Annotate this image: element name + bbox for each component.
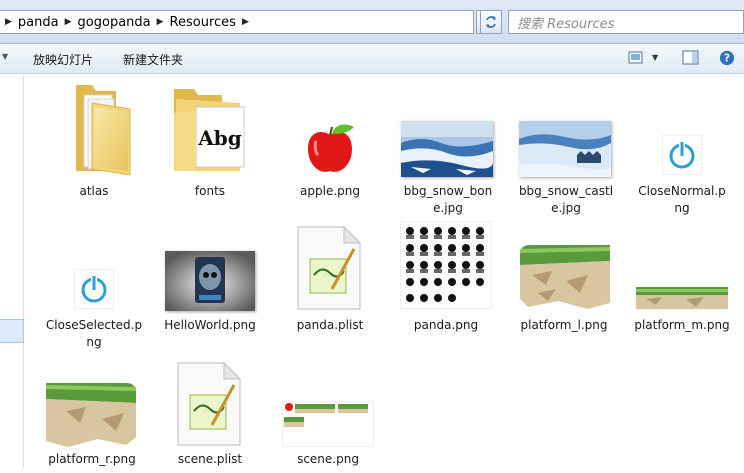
address-bar: ▶ panda ▶ gogopanda ▶ Resources ▶ ▼ 搜索 R… (0, 0, 744, 44)
chevron-right-icon[interactable]: ▶ (5, 17, 12, 27)
file-label: scene.plist (177, 452, 243, 466)
file-item-atlas[interactable]: atlas (52, 81, 136, 201)
new-folder-button[interactable]: 新建文件夹 (123, 51, 183, 68)
file-item-helloworld[interactable]: HelloWorld.png (160, 219, 260, 355)
file-label: fonts (194, 184, 226, 198)
plist-file-icon (297, 225, 362, 310)
file-label: platform_r.png (48, 452, 136, 466)
file-item-platform-m[interactable]: platform_m.png (632, 219, 732, 355)
file-item-bbg-snow-bone[interactable]: bbg_snow_bon e.jpg (398, 81, 498, 217)
view-dropdown-icon[interactable]: ▼ (652, 53, 658, 62)
refresh-button[interactable] (480, 10, 502, 34)
apple-icon (302, 121, 358, 177)
file-label: platform_l.png (520, 318, 608, 332)
search-placeholder: 搜索 Resources (517, 16, 615, 32)
power-icon (74, 269, 114, 309)
file-item-panda-png[interactable]: panda.png (396, 219, 496, 355)
breadcrumb-panda[interactable]: panda (18, 15, 59, 30)
plist-file-icon (177, 361, 242, 446)
file-label: apple.png (300, 184, 360, 198)
helloworld-image-thumbnail (165, 251, 255, 311)
chevron-right-icon[interactable]: ▶ (157, 17, 164, 27)
file-label: panda.png (413, 318, 479, 332)
file-label: panda.plist (296, 318, 364, 332)
navigation-pane[interactable] (0, 75, 24, 468)
file-item-platform-l[interactable]: platform_l.png (514, 219, 614, 355)
font-preview-text: Abg (197, 126, 242, 150)
svg-text:?: ? (724, 52, 730, 65)
folder-icon (76, 85, 131, 175)
file-label: HelloWorld.png (164, 318, 256, 332)
help-icon[interactable]: ? (718, 50, 736, 66)
file-item-close-normal[interactable]: CloseNormal.p ng (632, 81, 732, 217)
file-label: bbg_snow_bon e.jpg (403, 184, 493, 215)
panda-sprite-sheet-thumbnail (400, 221, 492, 309)
file-item-platform-r[interactable]: platform_r.png (42, 357, 142, 473)
platform-image-thumbnail (519, 245, 610, 309)
file-label: scene.png (297, 452, 359, 466)
breadcrumb[interactable]: ▶ panda ▶ gogopanda ▶ Resources ▶ (0, 10, 474, 34)
preview-pane-icon[interactable] (682, 50, 700, 66)
power-icon (662, 135, 702, 175)
organize-arrow-icon[interactable]: ▼ (2, 52, 8, 61)
search-input[interactable]: 搜索 Resources (508, 10, 744, 34)
file-label: platform_m.png (634, 318, 730, 332)
file-item-bbg-snow-castle[interactable]: bbg_snow_castl e.jpg (516, 81, 616, 217)
file-list: atlas Abg fonts apple.png bbg_snow_bon e… (24, 75, 744, 468)
breadcrumb-resources[interactable]: Resources (170, 15, 236, 30)
command-bar: ▼ 放映幻灯片 新建文件夹 ▼ ? (0, 44, 744, 74)
file-item-fonts[interactable]: Abg fonts (168, 81, 252, 201)
view-options-icon[interactable] (628, 50, 646, 66)
file-item-panda-plist[interactable]: panda.plist (280, 219, 380, 355)
snow-image-thumbnail (401, 121, 493, 177)
chevron-right-icon[interactable]: ▶ (65, 17, 72, 27)
platform-image-thumbnail (636, 287, 728, 309)
scene-image-thumbnail (282, 401, 374, 447)
font-folder-icon: Abg (174, 89, 245, 171)
platform-image-thumbnail (46, 383, 137, 447)
slideshow-button[interactable]: 放映幻灯片 (33, 51, 93, 68)
file-item-apple[interactable]: apple.png (288, 81, 372, 201)
chevron-right-icon[interactable]: ▶ (242, 17, 249, 27)
file-item-scene-png[interactable]: scene.png (278, 357, 378, 473)
snow-castle-image-thumbnail (519, 121, 611, 177)
file-label: bbg_snow_castl e.jpg (518, 184, 614, 215)
breadcrumb-gogopanda[interactable]: gogopanda (78, 15, 151, 30)
file-item-close-selected[interactable]: CloseSelected.p ng (44, 219, 144, 355)
refresh-icon (486, 16, 496, 28)
navigation-selected-item[interactable] (0, 319, 24, 343)
file-label: atlas (79, 184, 109, 198)
file-label: CloseNormal.p ng (638, 184, 726, 215)
file-item-scene-plist[interactable]: scene.plist (160, 357, 260, 473)
file-label: CloseSelected.p ng (45, 318, 143, 349)
